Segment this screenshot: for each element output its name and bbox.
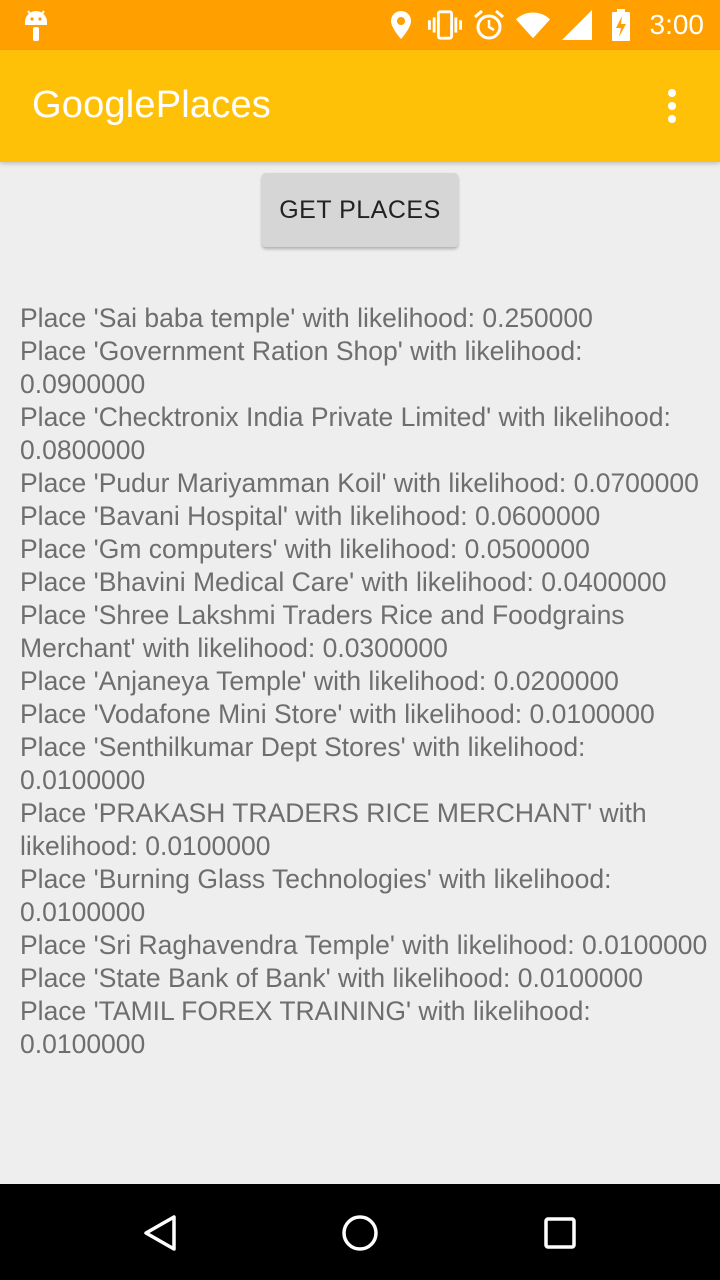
battery-charging-icon [604,8,638,42]
result-item: Place 'Bavani Hospital' with likelihood:… [20,501,601,531]
result-item: Place 'Sri Raghavendra Temple' with like… [20,930,708,960]
result-item: Place 'TAMIL FOREX TRAINING' with likeli… [20,996,591,1059]
cell-signal-icon [560,8,594,42]
result-item: Place 'Senthilkumar Dept Stores' with li… [20,732,586,795]
navigation-bar [0,1184,720,1280]
back-icon[interactable] [133,1206,187,1260]
result-item: Place 'State Bank of Bank' with likeliho… [20,963,643,993]
alarm-icon [472,8,506,42]
vibrate-icon [427,8,462,42]
app-bar: GooglePlaces [0,50,720,162]
result-item: Place 'PRAKASH TRADERS RICE MERCHANT' wi… [20,798,647,861]
result-item: Place 'Government Ration Shop' with like… [20,336,583,399]
get-places-button[interactable]: GET PLACES [262,173,458,247]
result-item: Place 'Sai baba temple' with likelihood:… [20,303,593,333]
wifi-icon [515,8,550,42]
status-bar: 3:00 [0,0,720,50]
result-item: Place 'Vodafone Mini Store' with likelih… [20,699,655,729]
android-debug-icon [22,8,50,42]
result-item: Place 'Checktronix India Private Limited… [20,402,671,465]
more-vert-icon[interactable] [660,88,684,124]
home-icon[interactable] [333,1206,387,1260]
result-item: Place 'Shree Lakshmi Traders Rice and Fo… [20,600,625,663]
location-icon [384,8,418,42]
results-list: Place 'Sai baba temple' with likelihood:… [20,302,710,1061]
result-item: Place 'Pudur Mariyamman Koil' with likel… [20,468,699,498]
status-time: 3:00 [649,9,705,40]
result-item: Place 'Burning Glass Technologies' with … [20,864,612,927]
app-title: GooglePlaces [32,84,271,126]
result-item: Place 'Bhavini Medical Care' with likeli… [20,567,667,597]
recents-icon[interactable] [533,1206,587,1260]
result-item: Place 'Gm computers' with likelihood: 0.… [20,534,590,564]
result-item: Place 'Anjaneya Temple' with likelihood:… [20,666,619,696]
